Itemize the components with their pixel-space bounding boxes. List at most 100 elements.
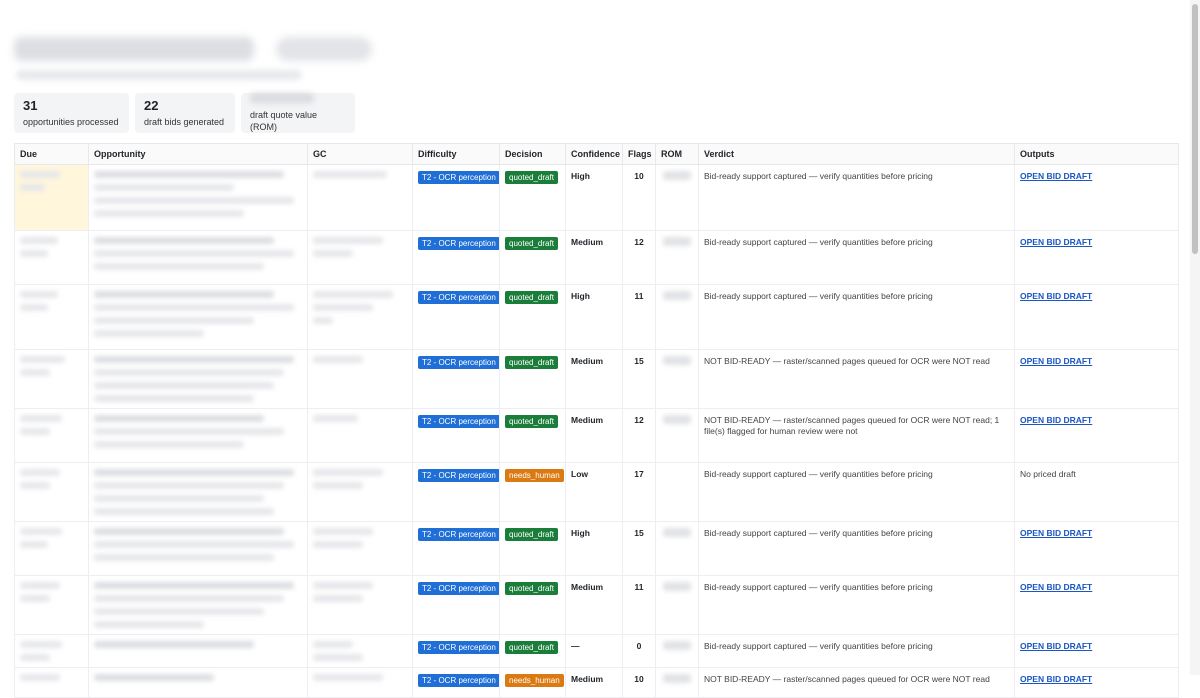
difficulty-badge: T2 - OCR perception	[418, 674, 499, 687]
redacted-text	[313, 304, 373, 311]
redacted-text	[313, 356, 363, 363]
column-header-flags: Flags	[622, 143, 656, 165]
redacted-text	[20, 304, 48, 311]
due-cell	[14, 634, 89, 668]
verdict-cell: Bid-ready support captured — verify quan…	[698, 164, 1015, 231]
vertical-scrollbar[interactable]	[1190, 0, 1200, 675]
rom-cell	[655, 408, 699, 463]
difficulty-cell: T2 - OCR perception	[412, 284, 500, 350]
decision-badge: quoted_draft	[505, 528, 558, 541]
open-bid-draft-link[interactable]: OPEN BID DRAFT	[1020, 356, 1092, 366]
confidence-cell: Medium	[565, 575, 623, 635]
redacted-text	[313, 674, 383, 681]
decision-badge: quoted_draft	[505, 641, 558, 654]
opportunity-cell	[88, 230, 308, 285]
table-row: T2 - OCR perception needs_human Medium 10 NO…	[14, 667, 1179, 698]
open-bid-draft-link[interactable]: OPEN BID DRAFT	[1020, 237, 1092, 247]
opportunity-cell	[88, 575, 308, 635]
redacted-text	[94, 508, 274, 515]
gc-cell	[307, 667, 413, 698]
redacted-text	[20, 237, 58, 244]
redacted-text	[313, 250, 353, 257]
decision-badge: quoted_draft	[505, 582, 558, 595]
decision-cell: quoted_draft	[499, 575, 566, 635]
redacted-text	[20, 641, 62, 648]
redacted-text	[20, 469, 60, 476]
redacted-text	[94, 356, 294, 363]
open-bid-draft-link[interactable]: OPEN BID DRAFT	[1020, 291, 1092, 301]
confidence-cell: Medium	[565, 667, 623, 698]
difficulty-badge: T2 - OCR perception	[418, 582, 499, 595]
redacted-text	[94, 330, 204, 337]
due-cell	[14, 230, 89, 285]
column-header-opportunity: Opportunity	[88, 143, 308, 165]
difficulty-cell: T2 - OCR perception	[412, 349, 500, 409]
flags-cell: 10	[622, 667, 656, 698]
stat-value: 22	[144, 98, 159, 113]
difficulty-badge: T2 - OCR perception	[418, 641, 499, 654]
redacted-text	[94, 263, 264, 270]
redacted-text	[94, 415, 264, 422]
redacted-text	[313, 654, 363, 661]
redacted-value	[663, 641, 691, 650]
redacted-text	[20, 291, 58, 298]
redacted-text	[94, 369, 284, 376]
redacted-text	[20, 428, 50, 435]
redacted-text	[94, 541, 294, 548]
difficulty-cell: T2 - OCR perception	[412, 521, 500, 576]
redacted-value	[663, 356, 691, 365]
table-row: T2 - OCR perception quoted_draft High 15 Bid…	[14, 521, 1179, 576]
decision-badge: quoted_draft	[505, 171, 558, 184]
redacted-text	[313, 469, 383, 476]
redacted-text	[313, 237, 383, 244]
rom-cell	[655, 521, 699, 576]
page-title-redacted	[14, 37, 254, 61]
outputs-cell: OPEN BID DRAFT	[1014, 230, 1179, 285]
column-header-verdict: Verdict	[698, 143, 1015, 165]
stats-bar: 31 opportunities processed 22 draft bids…	[14, 93, 355, 133]
redacted-text	[20, 482, 50, 489]
difficulty-badge: T2 - OCR perception	[418, 469, 499, 482]
open-bid-draft-link[interactable]: OPEN BID DRAFT	[1020, 415, 1092, 425]
difficulty-cell: T2 - OCR perception	[412, 575, 500, 635]
decision-cell: quoted_draft	[499, 521, 566, 576]
redacted-text	[313, 528, 373, 535]
due-cell	[14, 349, 89, 409]
gc-cell	[307, 349, 413, 409]
open-bid-draft-link[interactable]: OPEN BID DRAFT	[1020, 641, 1092, 651]
redacted-text	[94, 528, 284, 535]
decision-cell: needs_human	[499, 667, 566, 698]
open-bid-draft-link[interactable]: OPEN BID DRAFT	[1020, 582, 1092, 592]
table-row: T2 - OCR perception quoted_draft Medium 11 B…	[14, 575, 1179, 635]
redacted-text	[94, 554, 274, 561]
outputs-cell: OPEN BID DRAFT	[1014, 408, 1179, 463]
redacted-text	[313, 595, 363, 602]
difficulty-cell: T2 - OCR perception	[412, 667, 500, 698]
column-header-gc: GC	[307, 143, 413, 165]
decision-cell: needs_human	[499, 462, 566, 522]
verdict-cell: Bid-ready support captured — verify quan…	[698, 634, 1015, 668]
confidence-cell: Medium	[565, 230, 623, 285]
difficulty-badge: T2 - OCR perception	[418, 237, 499, 250]
redacted-text	[94, 469, 294, 476]
opportunity-cell	[88, 164, 308, 231]
decision-badge: quoted_draft	[505, 356, 558, 369]
decision-cell: quoted_draft	[499, 408, 566, 463]
redacted-text	[20, 184, 45, 191]
redacted-text	[94, 171, 284, 178]
verdict-cell: Bid-ready support captured — verify quan…	[698, 284, 1015, 350]
redacted-text	[94, 250, 294, 257]
open-bid-draft-link[interactable]: OPEN BID DRAFT	[1020, 171, 1092, 181]
redacted-text	[94, 482, 284, 489]
redacted-text	[20, 674, 60, 681]
open-bid-draft-link[interactable]: OPEN BID DRAFT	[1020, 528, 1092, 538]
redacted-text	[20, 250, 48, 257]
flags-cell: 15	[622, 521, 656, 576]
table-header-row: Due Opportunity GC Difficulty Decision Confid…	[14, 143, 1179, 165]
scrollbar-thumb[interactable]	[1192, 4, 1198, 254]
redacted-text	[313, 641, 353, 648]
rom-cell	[655, 634, 699, 668]
redacted-text	[94, 291, 274, 298]
flags-cell: 15	[622, 349, 656, 409]
open-bid-draft-link[interactable]: OPEN BID DRAFT	[1020, 674, 1092, 684]
